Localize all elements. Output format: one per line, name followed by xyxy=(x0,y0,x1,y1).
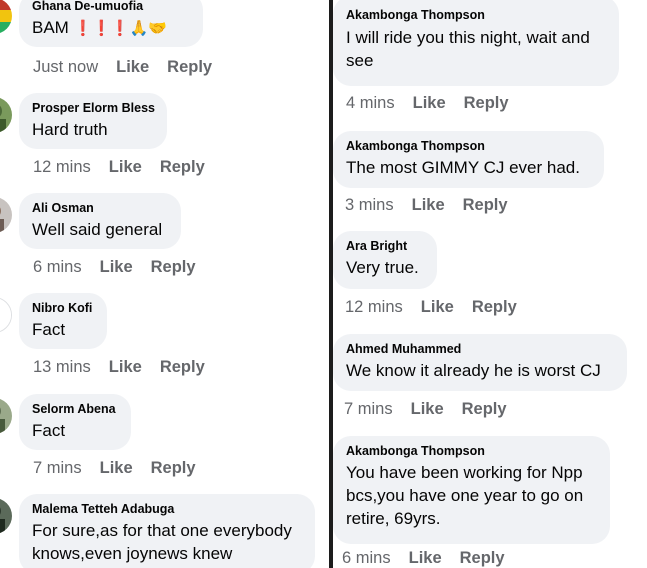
left-comments-panel: Ghana De-umuofia BAM ❗❗❗🙏🤝 Just now Like R… xyxy=(0,0,329,568)
comment-author[interactable]: Nibro Kofi xyxy=(32,300,95,316)
reply-button[interactable]: Reply xyxy=(160,158,205,177)
comment-meta: 12 mins Like Reply xyxy=(33,158,205,177)
comment-meta: 3 mins Like Reply xyxy=(345,196,508,215)
comment-author[interactable]: Ali Osman xyxy=(32,200,169,216)
avatar[interactable] xyxy=(0,197,12,233)
comment-text: You have been working for Npp bcs,you ha… xyxy=(346,463,584,528)
avatar[interactable] xyxy=(0,498,12,534)
comment-text: BAM ❗❗❗🙏🤝 xyxy=(32,16,191,40)
comment-text: Well said general xyxy=(32,220,163,239)
like-button[interactable]: Like xyxy=(109,358,142,377)
comment-timestamp: 7 mins xyxy=(33,459,82,477)
like-button[interactable]: Like xyxy=(413,94,446,113)
comment-meta: 12 mins Like Reply xyxy=(345,298,517,317)
comment-bubble: Akambonga Thompson The most GIMMY CJ eve… xyxy=(333,131,604,188)
reply-button[interactable]: Reply xyxy=(151,258,196,277)
comment-meta: 6 mins Like Reply xyxy=(33,258,196,277)
comment-text: Hard truth xyxy=(32,120,108,139)
like-button[interactable]: Like xyxy=(411,400,444,419)
reply-button[interactable]: Reply xyxy=(462,400,507,419)
comment-bubble: Ara Bright Very true. xyxy=(333,231,437,289)
emoji-reaction-text: ❗❗❗🙏🤝 xyxy=(73,20,167,37)
comment-bubble: Nibro Kofi Fact xyxy=(19,293,107,349)
comment-author[interactable]: Ghana De-umuofia xyxy=(32,0,191,14)
comment-meta: 6 mins Like Reply xyxy=(342,549,505,568)
comment-meta: 7 mins Like Reply xyxy=(33,459,196,478)
comment-author[interactable]: Akambonga Thompson xyxy=(346,7,607,23)
comment-bubble: Ali Osman Well said general xyxy=(19,193,181,249)
comment-text: Fact xyxy=(32,320,66,339)
comment-author[interactable]: Prosper Elorm Bless xyxy=(32,100,155,116)
comment-author[interactable]: Ara Bright xyxy=(346,238,425,254)
comment-author[interactable]: Akambonga Thompson xyxy=(346,443,598,459)
comment-author[interactable]: Ahmed Muhammed xyxy=(346,341,615,357)
comment-timestamp: Just now xyxy=(33,58,99,76)
comment-bubble: Ahmed Muhammed We know it already he is … xyxy=(333,334,627,391)
reply-button[interactable]: Reply xyxy=(464,94,509,113)
avatar[interactable] xyxy=(0,297,12,333)
comment-author[interactable]: Akambonga Thompson xyxy=(346,138,592,154)
comment-timestamp: 12 mins xyxy=(33,158,91,176)
comment-timestamp: 6 mins xyxy=(33,258,82,276)
avatar[interactable] xyxy=(0,0,12,34)
like-button[interactable]: Like xyxy=(100,258,133,277)
comment-timestamp: 7 mins xyxy=(344,400,393,418)
comment-text-body: BAM xyxy=(32,18,69,37)
comment-bubble: Prosper Elorm Bless Hard truth xyxy=(19,93,167,149)
comment-meta: 7 mins Like Reply xyxy=(344,400,507,419)
reply-button[interactable]: Reply xyxy=(463,196,508,215)
reply-button[interactable]: Reply xyxy=(151,459,196,478)
comment-bubble: Akambonga Thompson I will ride you this … xyxy=(333,0,619,86)
reply-button[interactable]: Reply xyxy=(160,358,205,377)
right-comments-panel: Akambonga Thompson I will ride you this … xyxy=(333,0,647,568)
reply-button[interactable]: Reply xyxy=(460,549,505,568)
comment-meta: 13 mins Like Reply xyxy=(33,358,205,377)
comment-text: The most GIMMY CJ ever had. xyxy=(346,158,580,177)
like-button[interactable]: Like xyxy=(116,58,149,77)
comment-timestamp: 12 mins xyxy=(345,298,403,316)
reply-button[interactable]: Reply xyxy=(472,298,517,317)
comment-bubble: Ghana De-umuofia BAM ❗❗❗🙏🤝 xyxy=(19,0,203,47)
avatar[interactable] xyxy=(0,398,12,434)
comment-bubble: Akambonga Thompson You have been working… xyxy=(333,436,610,544)
like-button[interactable]: Like xyxy=(409,549,442,568)
avatar[interactable] xyxy=(0,97,12,133)
comment-bubble: Malema Tetteh Adabuga For sure,as for th… xyxy=(19,494,315,568)
comment-text: I will ride you this night, wait and see xyxy=(346,28,590,70)
like-button[interactable]: Like xyxy=(100,459,133,478)
like-button[interactable]: Like xyxy=(412,196,445,215)
comment-author[interactable]: Selorm Abena xyxy=(32,401,119,417)
comment-bubble: Selorm Abena Fact xyxy=(19,394,131,450)
like-button[interactable]: Like xyxy=(421,298,454,317)
comment-text: For sure,as for that one everybody knows… xyxy=(32,521,292,563)
comment-text: Fact xyxy=(32,421,66,440)
comment-meta: 4 mins Like Reply xyxy=(346,94,509,113)
comment-timestamp: 13 mins xyxy=(33,358,91,376)
comment-meta: Just now Like Reply xyxy=(33,58,212,77)
reply-button[interactable]: Reply xyxy=(167,58,212,77)
comment-timestamp: 3 mins xyxy=(345,196,394,214)
comment-author[interactable]: Malema Tetteh Adabuga xyxy=(32,501,303,517)
comment-text: We know it already he is worst CJ xyxy=(346,361,601,380)
comment-text: Very true. xyxy=(346,258,419,277)
like-button[interactable]: Like xyxy=(109,158,142,177)
comment-timestamp: 6 mins xyxy=(342,549,391,567)
comment-timestamp: 4 mins xyxy=(346,94,395,112)
